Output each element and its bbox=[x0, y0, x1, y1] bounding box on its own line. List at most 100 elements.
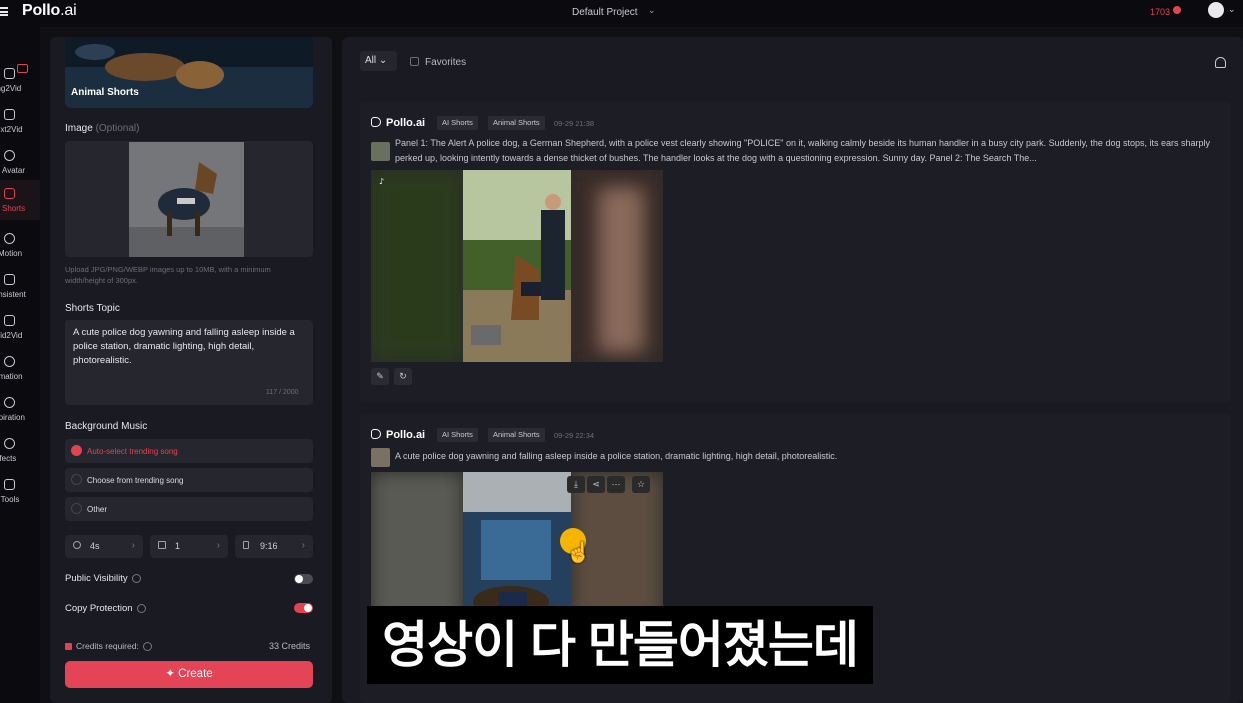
pencil-icon: ✎ bbox=[376, 371, 384, 381]
video-subtitle: 영상이 다 만들어졌는데 bbox=[367, 606, 873, 684]
count-select[interactable]: 1 › bbox=[150, 535, 228, 558]
top-bar: Pollo.ai Default Project ⌄ 1703 ⌄ bbox=[0, 0, 1243, 27]
download-button[interactable]: ⤓ bbox=[567, 476, 585, 493]
chevron-down-icon[interactable]: ⌄ bbox=[1228, 4, 1236, 15]
regenerate-button[interactable]: ↻ bbox=[394, 368, 412, 385]
download-icon: ⤓ bbox=[574, 479, 578, 489]
result-card: Pollo.ai AI Shorts Animal Shorts 09-29 2… bbox=[360, 102, 1231, 402]
filter-select[interactable]: All ⌄ bbox=[360, 51, 397, 71]
share-user-icon[interactable] bbox=[1215, 57, 1226, 68]
public-visibility-toggle[interactable] bbox=[294, 574, 313, 584]
more-icon: ⋯ bbox=[611, 479, 621, 489]
video-video-icon bbox=[4, 315, 15, 326]
toggle-knob bbox=[295, 575, 303, 583]
share-icon: ⋖ bbox=[592, 479, 600, 489]
prompt-thumbnail bbox=[371, 448, 390, 467]
chevron-down-icon[interactable]: ⌄ bbox=[648, 5, 656, 16]
animation-icon bbox=[4, 356, 15, 367]
rail-label: Text2Vid bbox=[0, 125, 23, 134]
credits-count[interactable]: 1703 bbox=[1150, 7, 1170, 17]
project-selector[interactable]: Default Project bbox=[572, 7, 638, 18]
info-icon[interactable] bbox=[142, 642, 152, 652]
tag-ai-shorts: AI Shorts bbox=[437, 116, 478, 130]
rail-item-animation[interactable]: Animation bbox=[0, 348, 40, 388]
image-label: Image (Optional) bbox=[65, 123, 139, 134]
rail-label: Avatar bbox=[2, 166, 25, 175]
copy-protection-toggle[interactable] bbox=[294, 603, 313, 613]
topic-counter: 117 / 2000 bbox=[266, 389, 299, 396]
share-button[interactable]: ⋖ bbox=[587, 476, 605, 493]
upload-hint: Upload JPG/PNG/WEBP images up to 10MB, w… bbox=[65, 265, 271, 285]
clock-icon bbox=[73, 541, 81, 549]
shorts-icon bbox=[4, 188, 15, 199]
results-panel: All ⌄ Favorites Pollo.ai AI Shorts Anima… bbox=[342, 37, 1243, 703]
rail-label: Shorts bbox=[2, 204, 26, 213]
chevron-right-icon: › bbox=[301, 540, 305, 551]
more-button[interactable]: ⋯ bbox=[607, 476, 625, 493]
rail-label: Animation bbox=[0, 372, 23, 381]
motion-icon bbox=[4, 233, 15, 244]
rail-label: Inspiration bbox=[0, 413, 25, 422]
prompt-thumbnail bbox=[371, 142, 390, 161]
favorite-button[interactable]: ☆ bbox=[632, 476, 650, 493]
dog-image bbox=[129, 142, 244, 257]
shorts-settings-panel: Animal Shorts Image (Optional) Upload JP… bbox=[50, 37, 332, 703]
app-logo[interactable]: Pollo.ai bbox=[22, 2, 77, 20]
ratio-icon bbox=[243, 541, 249, 549]
favorites-filter[interactable]: Favorites bbox=[410, 57, 466, 68]
tag-animal-shorts: Animal Shorts bbox=[488, 428, 545, 442]
rail-item-motion[interactable]: Motion bbox=[0, 225, 40, 265]
rail-item-vid2vid[interactable]: Vid2Vid bbox=[0, 307, 40, 347]
category-card[interactable]: Animal Shorts bbox=[65, 37, 313, 108]
rail-label: AI Tools bbox=[0, 495, 20, 504]
radio-icon bbox=[71, 474, 82, 485]
brand-text: Pollo.ai bbox=[386, 117, 426, 129]
music-option-label: Auto-select trending song bbox=[87, 447, 178, 456]
radio-icon bbox=[71, 503, 82, 514]
credits-required-label: Credits required: bbox=[76, 641, 139, 651]
tag-ai-shorts: AI Shorts bbox=[437, 428, 478, 442]
image-optional: (Optional) bbox=[95, 123, 140, 134]
avatar[interactable] bbox=[1208, 2, 1224, 18]
info-icon[interactable] bbox=[131, 573, 141, 583]
rail-label: Vid2Vid bbox=[0, 331, 23, 340]
create-label: Create bbox=[178, 668, 213, 680]
tiktok-icon: ♪ bbox=[379, 177, 384, 186]
credit-icon bbox=[65, 643, 72, 650]
video-preview[interactable]: ♪ bbox=[371, 170, 663, 362]
uploaded-image[interactable] bbox=[129, 142, 244, 257]
rail-item-shorts[interactable]: Shorts bbox=[0, 180, 40, 220]
tools-icon bbox=[4, 479, 15, 490]
duration-select[interactable]: 4s › bbox=[65, 535, 143, 558]
coin-icon bbox=[1173, 6, 1181, 14]
card-brand: Pollo.ai bbox=[371, 117, 425, 129]
rail-item-img2vid[interactable]: Img2Vid bbox=[0, 60, 40, 100]
public-visibility-text: Public Visibility bbox=[65, 573, 128, 584]
music-option-label: Choose from trending song bbox=[87, 476, 184, 485]
create-button[interactable]: ✦ Create bbox=[65, 661, 313, 688]
brand-text: Pollo.ai bbox=[386, 429, 426, 441]
pollo-icon bbox=[371, 429, 381, 439]
rail-item-inspiration[interactable]: Inspiration bbox=[0, 389, 40, 429]
edit-button[interactable]: ✎ bbox=[371, 368, 389, 385]
rail-item-consistent[interactable]: Consistent bbox=[0, 266, 40, 306]
music-label: Background Music bbox=[65, 421, 148, 432]
info-icon[interactable] bbox=[136, 603, 146, 613]
rail-item-effects[interactable]: Effects bbox=[0, 430, 40, 470]
rail-item-avatar[interactable]: Avatar bbox=[0, 142, 40, 182]
credits-required: Credits required: bbox=[65, 641, 152, 652]
rail-item-ai-tools[interactable]: AI Tools bbox=[0, 471, 40, 511]
chevron-right-icon: › bbox=[216, 540, 220, 551]
music-option-choose[interactable]: Choose from trending song bbox=[65, 468, 313, 492]
music-option-auto[interactable]: Auto-select trending song bbox=[65, 439, 313, 463]
ratio-select[interactable]: 9:16 › bbox=[235, 535, 313, 558]
checkbox-icon bbox=[410, 57, 419, 66]
avatar-icon bbox=[4, 150, 15, 161]
menu-icon[interactable] bbox=[0, 5, 9, 18]
favorites-label: Favorites bbox=[425, 57, 467, 68]
rail-item-text2vid[interactable]: Text2Vid bbox=[0, 101, 40, 141]
music-option-other[interactable]: Other bbox=[65, 497, 313, 521]
image-label-text: Image bbox=[65, 123, 93, 134]
rail-label: Consistent bbox=[0, 290, 26, 299]
card-prompt: A cute police dog yawning and falling as… bbox=[395, 451, 838, 461]
